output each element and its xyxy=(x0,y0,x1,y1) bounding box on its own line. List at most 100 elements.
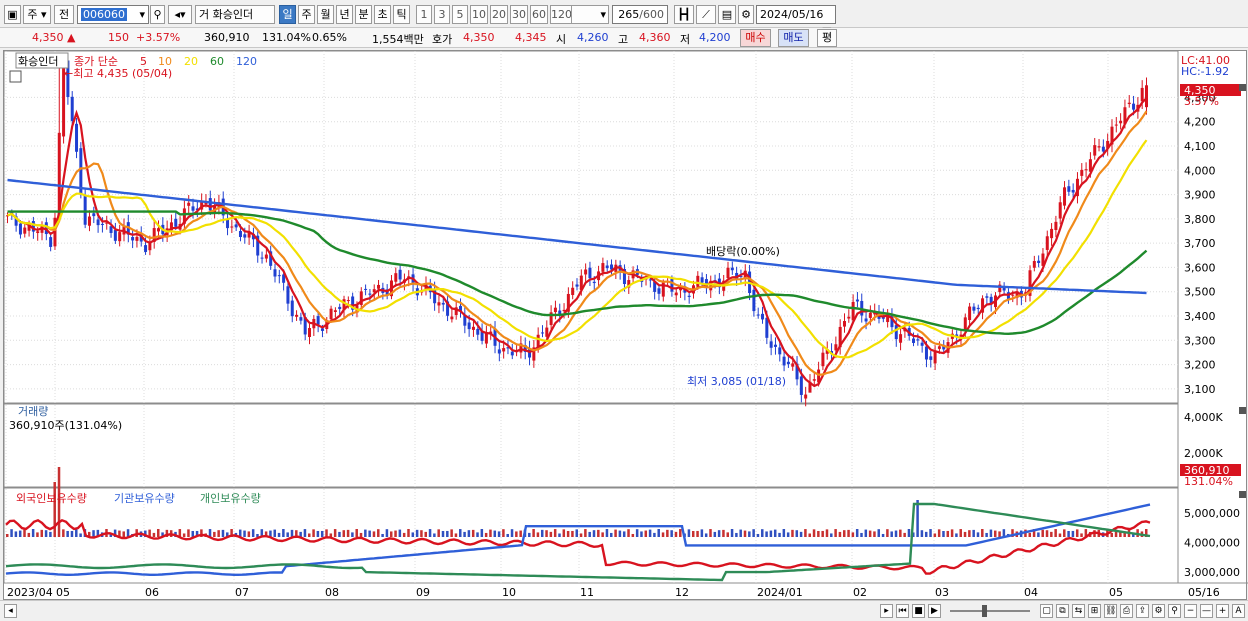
period-button-4[interactable]: 분 xyxy=(355,5,372,24)
volume-bar xyxy=(1028,532,1032,537)
chart-scrollbar[interactable]: ◂ ▸ ⏮ ■ ▶ ▢ ⧉ ⇆ ⊞ ⛓ ⎙ ⇪ ⚙ ⚲ − — + A xyxy=(0,600,1248,621)
period-button-5[interactable]: 초 xyxy=(374,5,391,24)
period-button-6[interactable]: 틱 xyxy=(393,5,410,24)
candle-body xyxy=(398,269,402,280)
volume-bar xyxy=(1063,529,1066,537)
candle-body xyxy=(1071,189,1075,193)
volume-bar xyxy=(290,529,294,537)
volume-y-tick-label: 2,000K xyxy=(1184,447,1223,460)
volume-bar xyxy=(44,530,48,537)
volume-bar xyxy=(92,530,95,537)
link-icon[interactable]: ⛓ xyxy=(1104,604,1117,618)
volume-bar xyxy=(217,530,220,537)
settings-gear-icon[interactable]: ⚙ xyxy=(738,5,754,24)
count-dropdown[interactable]: ▾ xyxy=(571,5,609,24)
period-button-3[interactable]: 년 xyxy=(336,5,353,24)
auto-scale-icon[interactable]: A xyxy=(1232,604,1245,618)
volume-bar xyxy=(122,531,125,537)
volume-bar xyxy=(817,530,820,537)
candle-body xyxy=(756,314,760,316)
stock-name-field[interactable]: 거 화승인더 xyxy=(195,5,275,24)
period-button-2[interactable]: 월 xyxy=(317,5,334,24)
prev-button[interactable]: 전 xyxy=(54,5,74,24)
candle-body xyxy=(605,265,609,269)
count-button-60[interactable]: 60 xyxy=(530,5,548,24)
x-tick-label: 05 xyxy=(1109,586,1123,599)
volume-bar xyxy=(929,529,932,537)
date-input[interactable]: 2024/05/16 ▦ xyxy=(756,5,836,38)
stock-code-input[interactable]: 006060 ▾ xyxy=(77,5,149,24)
scroll-left-icon[interactable]: ◂ xyxy=(4,604,17,618)
grid-icon[interactable]: ⊞ xyxy=(1088,604,1101,618)
candle-body xyxy=(368,293,372,295)
zoom-in-icon[interactable]: + xyxy=(1216,604,1229,618)
candle-body xyxy=(273,269,277,277)
holding-close-icon xyxy=(1239,491,1246,498)
count-button-10[interactable]: 10 xyxy=(470,5,488,24)
search-chart-icon[interactable]: ⚲ xyxy=(1168,604,1181,618)
copy-icon[interactable]: ⧉ xyxy=(1056,604,1069,618)
search-icon[interactable]: ⚲ xyxy=(150,5,165,24)
volume-bar xyxy=(830,533,833,537)
volume-bar xyxy=(251,529,255,537)
sell-button[interactable]: 매도 xyxy=(778,29,809,47)
layout-icon[interactable]: ▢ xyxy=(1040,604,1053,618)
volume-bar xyxy=(463,531,466,537)
period-button-1[interactable]: 주 xyxy=(298,5,315,24)
candle-body xyxy=(842,321,846,327)
volume-bar xyxy=(312,529,315,537)
volume-bar xyxy=(981,529,984,537)
options-icon[interactable]: ⚙ xyxy=(1152,604,1165,618)
candle-body xyxy=(144,245,148,252)
volume-bar xyxy=(62,529,65,537)
count-button-30[interactable]: 30 xyxy=(510,5,528,24)
count-button-3[interactable]: 3 xyxy=(434,5,450,24)
count-button-1[interactable]: 1 xyxy=(416,5,432,24)
play-icon[interactable]: ▶ xyxy=(928,604,941,618)
volume-bar xyxy=(730,529,734,537)
volume-bar xyxy=(924,531,928,537)
chart-area[interactable]: 4,300 4,200 4,100 4,000 3,900 3,800 3,700 3,600… xyxy=(3,50,1248,601)
count-button-5[interactable]: 5 xyxy=(452,5,468,24)
candle-body xyxy=(100,223,104,225)
market-select[interactable]: 주 ▾ xyxy=(23,5,51,24)
volume-bar xyxy=(821,530,824,537)
zoom-slider-handle[interactable] xyxy=(982,605,987,617)
scroll-start-icon[interactable]: ⏮ xyxy=(896,604,909,618)
candle-body xyxy=(290,300,294,317)
count-button-20[interactable]: 20 xyxy=(490,5,508,24)
candle-body xyxy=(338,306,342,310)
volume-bar xyxy=(704,533,708,537)
candle-body xyxy=(502,348,506,352)
print-icon[interactable]: ⎙ xyxy=(1120,604,1133,618)
volume-bar xyxy=(670,530,673,537)
zoom-out-icon[interactable]: − xyxy=(1184,604,1197,618)
stop-icon[interactable]: ■ xyxy=(912,604,925,618)
scroll-right-icon[interactable]: ▸ xyxy=(880,604,893,618)
volume-bar xyxy=(808,533,811,537)
volume-bar xyxy=(515,531,518,537)
market-label: 주 xyxy=(27,8,38,21)
save-icon[interactable]: ▤ xyxy=(718,5,736,24)
volume-bar xyxy=(484,532,488,537)
compare-icon[interactable]: ⇆ xyxy=(1072,604,1085,618)
export-icon[interactable]: ⇪ xyxy=(1136,604,1149,618)
candle-body xyxy=(377,284,381,289)
volume-bar xyxy=(899,529,902,537)
zoom-slider-track[interactable] xyxy=(950,610,1030,612)
candle-body xyxy=(769,341,773,348)
chart-svg[interactable]: 4,3004,2004,1004,0003,9003,8003,7003,600… xyxy=(3,50,1248,601)
buy-button[interactable]: 매수 xyxy=(740,29,771,47)
draw-tool-icon[interactable]: ⟋ xyxy=(696,5,716,24)
sound-icon[interactable]: ◂▾ xyxy=(168,5,192,24)
range-field[interactable]: 265/600 xyxy=(612,5,668,24)
candle-type-icon[interactable]: ┣┫ xyxy=(674,5,694,24)
volume-bar xyxy=(778,532,781,537)
eval-button[interactable]: 평 xyxy=(817,29,837,47)
count-button-120[interactable]: 120 xyxy=(550,5,572,24)
volume-bar xyxy=(157,529,160,537)
period-button-0[interactable]: 일 xyxy=(279,5,296,24)
volume-bar xyxy=(791,529,794,537)
scroll-up-icon[interactable]: — xyxy=(1200,604,1213,618)
window-menu-icon[interactable]: ▣ xyxy=(4,5,21,24)
